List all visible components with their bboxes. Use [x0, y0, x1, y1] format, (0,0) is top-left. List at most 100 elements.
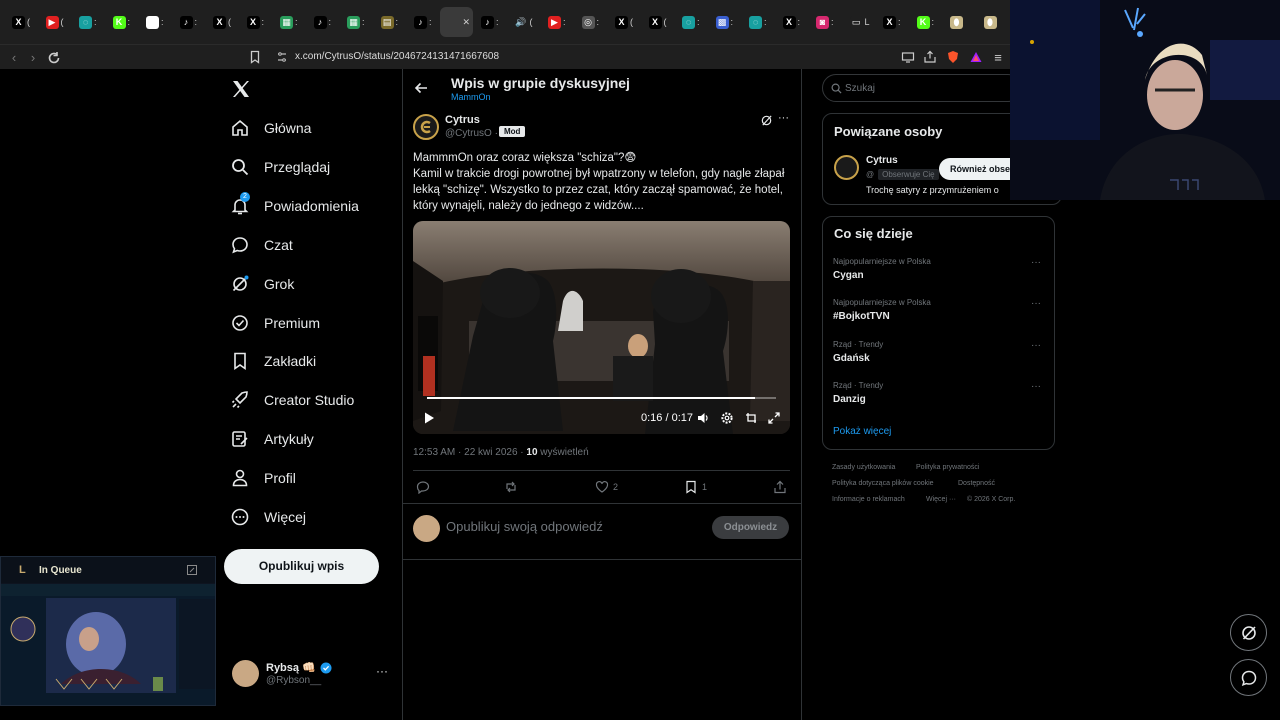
- author-handle[interactable]: @CytrusO ·: [445, 128, 498, 139]
- author-name[interactable]: Cytrus: [445, 114, 480, 126]
- nav-item-home[interactable]: Główna: [230, 111, 311, 145]
- community-link[interactable]: MammOn: [451, 92, 491, 102]
- bookmark-page-icon[interactable]: [248, 50, 262, 64]
- browser-tab[interactable]: X:: [239, 7, 273, 37]
- repost-action[interactable]: [504, 480, 518, 494]
- footer-link[interactable]: Polityka dotycząca plików cookie: [832, 480, 934, 487]
- reply-button[interactable]: Odpowiedz: [712, 516, 789, 539]
- browser-tab[interactable]: X:: [775, 7, 809, 37]
- browser-tab[interactable]: ▩:: [708, 7, 742, 37]
- post-timestamp[interactable]: 12:53 AM · 22 kwi 2026 ·: [413, 447, 526, 458]
- views-label: wyświetleń: [537, 447, 589, 458]
- browser-tab[interactable]: ▦:: [339, 7, 373, 37]
- trend-name[interactable]: Danzig: [833, 394, 866, 405]
- like-action[interactable]: 2: [595, 480, 618, 494]
- reply-action[interactable]: [416, 480, 430, 494]
- browser-tab[interactable]: ◎:: [574, 7, 608, 37]
- grok-fab[interactable]: [1230, 614, 1267, 651]
- back-nav-icon[interactable]: ‹: [6, 50, 22, 66]
- video-player[interactable]: 0:16 / 0:17: [413, 221, 790, 434]
- browser-tab[interactable]: ♪:: [172, 7, 206, 37]
- browser-tab[interactable]: ▤:: [373, 7, 407, 37]
- footer-link[interactable]: Dostępność: [958, 480, 995, 487]
- reply-input[interactable]: Opublikuj swoją odpowiedź: [446, 519, 603, 534]
- nav-item-grok[interactable]: Grok: [230, 267, 294, 301]
- search-input[interactable]: Szukaj: [822, 74, 1022, 102]
- person-name[interactable]: Cytrus: [866, 155, 898, 166]
- trend-name[interactable]: Gdańsk: [833, 353, 870, 364]
- url-field[interactable]: x.com/CytrusO/status/2046724131471667608: [295, 51, 499, 62]
- trend-more-icon[interactable]: ···: [1031, 257, 1041, 268]
- forward-nav-icon[interactable]: ›: [25, 50, 41, 66]
- account-switcher[interactable]: Rybsą 👊🏻 @Rybson__ ···: [232, 660, 392, 690]
- browser-tab[interactable]: ⬮: [976, 7, 1010, 37]
- trend-more-icon[interactable]: ···: [1031, 381, 1041, 392]
- reload-icon[interactable]: [46, 50, 62, 66]
- browser-tab[interactable]: X(: [4, 7, 38, 37]
- browser-tab[interactable]: ◙:: [808, 7, 842, 37]
- post-more-icon[interactable]: ···: [778, 112, 789, 124]
- show-more-link[interactable]: Pokaż więcej: [833, 426, 891, 437]
- menu-icon[interactable]: ≡: [990, 50, 1006, 66]
- person-avatar[interactable]: [834, 155, 859, 180]
- x-logo-icon[interactable]: [231, 79, 251, 99]
- brave-shield-icon[interactable]: [946, 50, 960, 64]
- footer-link[interactable]: Polityka prywatności: [916, 464, 979, 471]
- browser-tab[interactable]: ▶:: [540, 7, 574, 37]
- site-info-icon[interactable]: [276, 51, 288, 63]
- fullscreen-icon[interactable]: [767, 411, 781, 425]
- footer-link[interactable]: Informacje o reklamach: [832, 496, 905, 503]
- grok-explain-icon[interactable]: [760, 114, 773, 127]
- nav-item-premium[interactable]: Premium: [230, 306, 320, 340]
- browser-tab[interactable]: ✕: [439, 7, 473, 37]
- author-avatar[interactable]: [413, 114, 439, 140]
- browser-tab[interactable]: X(: [641, 7, 675, 37]
- nav-item-bookmark[interactable]: Zakładki: [230, 344, 316, 378]
- nav-item-chat[interactable]: Czat: [230, 228, 293, 262]
- trend-name[interactable]: Cygan: [833, 270, 864, 281]
- browser-tab[interactable]: ◌:: [674, 7, 708, 37]
- bookmark-action[interactable]: 1: [684, 480, 707, 494]
- brave-rewards-icon[interactable]: [969, 50, 983, 64]
- browser-tab[interactable]: ▦:: [272, 7, 306, 37]
- browser-tab[interactable]: K:: [105, 7, 139, 37]
- account-more-icon[interactable]: ···: [376, 664, 388, 678]
- browser-tab[interactable]: K:: [909, 7, 943, 37]
- trend-more-icon[interactable]: ···: [1031, 298, 1041, 309]
- browser-tab[interactable]: ▭ L: [842, 7, 876, 37]
- nav-item-article[interactable]: Artykuły: [230, 422, 314, 456]
- footer-link[interactable]: Więcej ···: [926, 496, 956, 503]
- share-action[interactable]: [773, 480, 787, 494]
- browser-tab[interactable]: G:: [138, 7, 172, 37]
- video-progress-track[interactable]: [427, 397, 776, 399]
- post-button[interactable]: Opublikuj wpis: [224, 549, 379, 584]
- play-icon[interactable]: [422, 411, 436, 425]
- nav-item-person[interactable]: Profil: [230, 461, 296, 495]
- browser-tab[interactable]: ◌:: [741, 7, 775, 37]
- browser-tab[interactable]: ⬮: [942, 7, 976, 37]
- browser-tab[interactable]: 🔊(: [507, 7, 541, 37]
- expand-icon[interactable]: [187, 565, 197, 575]
- nav-item-search[interactable]: Przeglądaj: [230, 150, 330, 184]
- back-arrow-icon[interactable]: [413, 80, 429, 96]
- nav-item-bell[interactable]: 2 Powiadomienia: [230, 189, 359, 223]
- browser-tab[interactable]: ♪:: [306, 7, 340, 37]
- trend-more-icon[interactable]: ···: [1031, 340, 1041, 351]
- browser-tab[interactable]: X(: [607, 7, 641, 37]
- share-icon[interactable]: [923, 50, 937, 64]
- nav-item-more[interactable]: Więcej: [230, 500, 306, 534]
- chat-fab[interactable]: [1230, 659, 1267, 696]
- browser-tab[interactable]: ♪:: [406, 7, 440, 37]
- nav-item-rocket[interactable]: Creator Studio: [230, 383, 354, 417]
- volume-icon[interactable]: [696, 411, 710, 425]
- browser-tab[interactable]: X:: [875, 7, 909, 37]
- install-app-icon[interactable]: [901, 50, 915, 64]
- pip-icon[interactable]: [744, 411, 758, 425]
- browser-tab[interactable]: ◌:: [71, 7, 105, 37]
- settings-gear-icon[interactable]: [720, 411, 734, 425]
- browser-tab[interactable]: ▶(: [38, 7, 72, 37]
- trend-name[interactable]: #BojkotTVN: [833, 311, 890, 322]
- footer-link[interactable]: Zasady użytkowania: [832, 464, 895, 471]
- browser-tab[interactable]: ♪:: [473, 7, 507, 37]
- browser-tab[interactable]: X(: [205, 7, 239, 37]
